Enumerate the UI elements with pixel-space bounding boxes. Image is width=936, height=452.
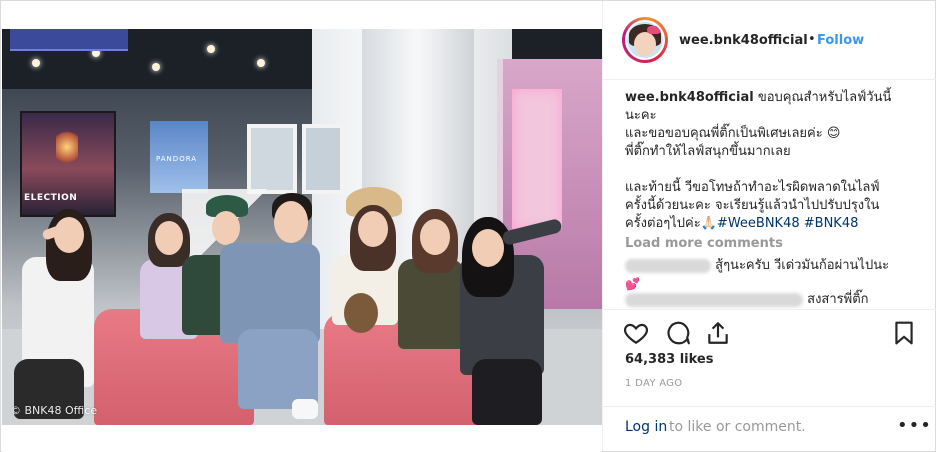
post-header: wee.bnk48official • Follow xyxy=(603,1,936,80)
caption-text: ขอบคุณสำหรับไลฟ์วันนี้ xyxy=(757,90,892,105)
comment-text: สู้ๆนะครับ วีเด่วมันก้อผ่านไปนะ xyxy=(715,258,890,273)
bookmark-icon[interactable] xyxy=(891,320,917,346)
comment-text: สงสารพี่ติ๊ก xyxy=(807,292,869,307)
post-sidebar: wee.bnk48official • Follow wee.bnk48offi… xyxy=(602,1,936,451)
follow-button[interactable]: Follow xyxy=(817,33,864,48)
poster-title: ELECTION xyxy=(24,193,78,203)
eagle-plush xyxy=(344,293,378,333)
caption-username[interactable]: wee.bnk48official xyxy=(625,90,754,105)
sneaker xyxy=(292,399,318,419)
caption-line: พี่ติ๊กทำให้ไลฟ์สนุกขึ้นมากเลย xyxy=(625,144,791,159)
caption-line: wee.bnk48official ขอบคุณสำหรับไลฟ์วันนี้ xyxy=(625,89,919,107)
ceiling-light xyxy=(207,45,215,53)
caption-line: และขอขอบคุณพี่ติ๊กเป็นพิเศษเลยค่ะ 😊 xyxy=(625,126,841,141)
photo-scene: PANDORA ELECTION xyxy=(2,29,602,425)
story-ring[interactable] xyxy=(622,17,668,63)
legs xyxy=(472,359,542,425)
avatar-face xyxy=(634,32,656,56)
booth-window xyxy=(302,124,344,194)
head xyxy=(155,221,183,255)
header-username[interactable]: wee.bnk48official xyxy=(679,33,808,48)
caption-line: ครั้งนี้ด้วยนะคะ จะเรียนรู้แล้วนำไปปรับป… xyxy=(625,198,880,213)
head xyxy=(420,219,450,255)
share-icon[interactable] xyxy=(705,320,731,346)
login-prompt: Log in to like or comment. ••• xyxy=(603,406,936,452)
store-screen-label: PANDORA xyxy=(156,155,198,163)
ceiling-light xyxy=(152,63,160,71)
blurred-username[interactable] xyxy=(625,259,711,273)
post-timestamp[interactable]: 1 DAY AGO xyxy=(625,378,682,389)
poster-glow xyxy=(56,127,78,167)
caption-line: และท้ายนี้ วีขอโทษถ้าทำอะไรผิดพลาดในไลฟ์ xyxy=(625,180,880,195)
jeans xyxy=(238,329,318,409)
denim-jacket xyxy=(220,243,320,343)
comment-bubble-icon[interactable] xyxy=(665,320,691,346)
instagram-post: PANDORA ELECTION © BNK48 Office wee.bnk4… xyxy=(0,0,936,452)
ceiling-light xyxy=(32,59,40,67)
heart-icon[interactable] xyxy=(623,320,649,346)
comment-row: สงสารพี่ติ๊ก xyxy=(625,291,919,309)
head xyxy=(212,211,240,245)
likes-count[interactable]: 64,383 likes xyxy=(625,352,713,367)
head xyxy=(472,229,504,267)
comment-emoji: 💕 xyxy=(625,277,640,291)
login-link[interactable]: Log in xyxy=(625,419,667,435)
caption-line: นะคะ xyxy=(625,108,657,123)
booth-window xyxy=(247,124,297,194)
hashtag-link[interactable]: #WeeBNK48 xyxy=(717,216,800,231)
separator-dot: • xyxy=(808,32,816,47)
head xyxy=(358,211,388,247)
blurred-username[interactable] xyxy=(625,293,803,307)
load-more-comments-button[interactable]: Load more comments xyxy=(625,235,919,253)
ceiling-light xyxy=(257,59,265,67)
login-prompt-text: to like or comment. xyxy=(669,419,806,435)
comment-continuation: 💕 xyxy=(625,275,919,291)
avatar-bow xyxy=(647,26,661,34)
caption-text: ครั้งต่อๆไปค่ะ🙏🏻 xyxy=(625,216,717,231)
photo-watermark: © BNK48 Office xyxy=(10,404,98,417)
hashtag-link[interactable]: #BNK48 xyxy=(804,216,859,231)
more-options-icon[interactable]: ••• xyxy=(897,415,932,436)
post-photo[interactable]: PANDORA ELECTION © BNK48 Office xyxy=(2,2,602,452)
post-actions: 64,383 likes 1 DAY AGO Log in to like or… xyxy=(603,309,936,439)
comments-section[interactable]: wee.bnk48official ขอบคุณสำหรับไลฟ์วันนี้… xyxy=(603,81,936,309)
post-caption: wee.bnk48official ขอบคุณสำหรับไลฟ์วันนี้… xyxy=(625,89,919,233)
pink-booth-light xyxy=(512,89,562,229)
mall-sign xyxy=(10,29,128,51)
caption-line: ครั้งต่อๆไปค่ะ🙏🏻#WeeBNK48 #BNK48 xyxy=(625,215,919,233)
avatar[interactable] xyxy=(625,20,665,60)
head xyxy=(274,201,308,243)
